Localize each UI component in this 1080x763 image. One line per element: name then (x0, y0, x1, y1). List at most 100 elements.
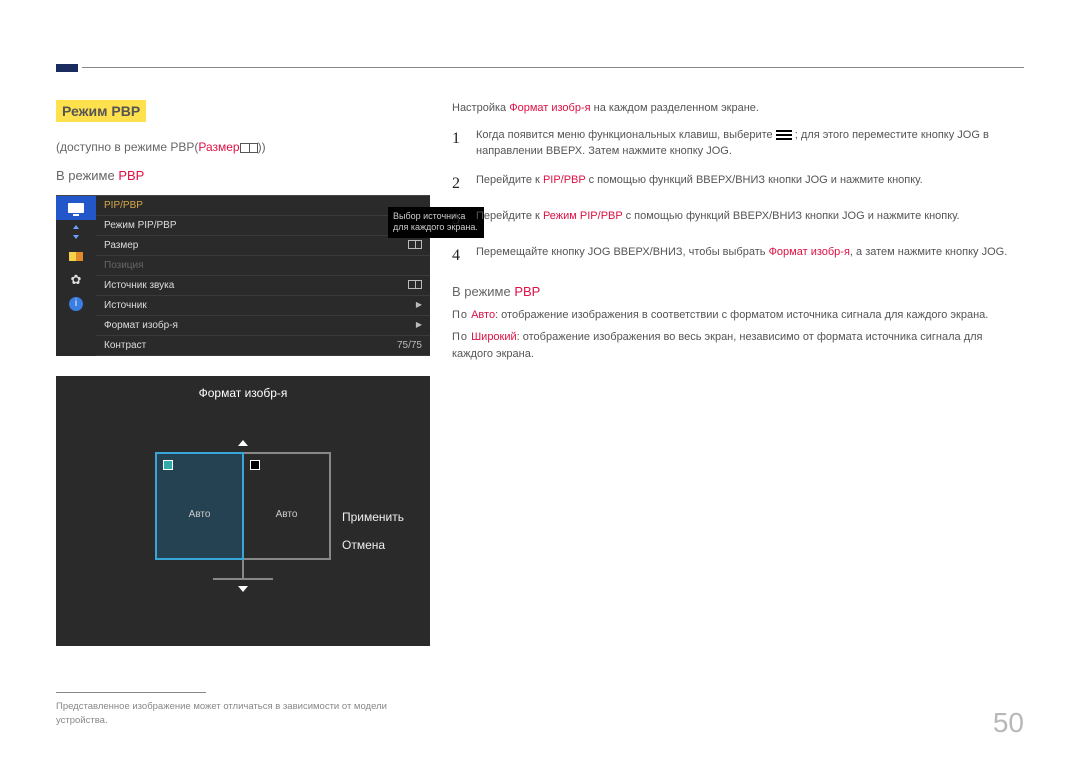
availability-red: Размер (198, 140, 239, 154)
chevron-right-icon: ▶ (416, 320, 422, 331)
mode2-prefix: В режиме (452, 284, 514, 299)
size-box-icon (408, 240, 422, 249)
osd-icon-pip[interactable] (56, 244, 96, 268)
pbp-box-icon (240, 143, 258, 153)
preview-marker-icon (250, 460, 260, 470)
intro-red: Формат изобр-я (509, 102, 590, 114)
osd-main: PIP/PBP Режим PIP/PBP Вкл Размер Позиция… (96, 196, 430, 356)
step-2-text: Перейдите к PIP/PBP с помощью функций ВВ… (476, 172, 1024, 196)
step-4: 4 Перемещайте кнопку JOG ВВЕРХ/ВНИЗ, что… (452, 244, 1024, 268)
osd-row-sound[interactable]: Источник звука (96, 276, 430, 296)
sound-box-icon (408, 280, 422, 289)
osd-row-sound-label: Источник звука (104, 280, 174, 291)
b1-red: Авто (468, 309, 495, 321)
osd-sidebar: ✿ i (56, 196, 96, 356)
osd-row-source[interactable]: Источник ▶ (96, 296, 430, 316)
osd-row-position-label: Позиция (104, 260, 144, 271)
intro-text: Настройка Формат изобр-я на каждом разде… (452, 100, 1024, 117)
s4t2: , а затем нажмите кнопку JOG. (850, 246, 1007, 258)
format-panel-title: Формат изобр-я (56, 386, 430, 400)
step-4-num: 4 (452, 244, 476, 268)
step-4-text: Перемещайте кнопку JOG ВВЕРХ/ВНИЗ, чтобы… (476, 244, 1024, 268)
intro-prefix: Настройка (452, 102, 509, 114)
osd-menu: ✿ i PIP/PBP Режим PIP/PBP Вкл Размер Поз… (56, 195, 430, 356)
s1t1: Когда появится меню функциональных клави… (476, 129, 776, 141)
bullet-2: По Широкий: отображение изображения во в… (452, 329, 1024, 362)
right-column: Настройка Формат изобр-я на каждом разде… (452, 100, 1024, 368)
nav-up-icon[interactable] (238, 440, 248, 446)
pbp-left-label: Авто (189, 470, 211, 558)
pbp-right-label: Авто (276, 470, 298, 558)
osd-row-contrast[interactable]: Контраст 75/75 (96, 336, 430, 356)
left-column: Режим PBP (доступно в режиме PBP(Размер)… (56, 100, 430, 646)
osd-row-size[interactable]: Размер (96, 236, 430, 256)
s2t1: Перейдите к (476, 174, 543, 186)
mode-line: В режиме PBP (56, 168, 430, 183)
preview-marker-icon (163, 460, 173, 470)
pbp-preview-left[interactable]: Авто (155, 452, 244, 560)
header-accent (56, 64, 78, 72)
osd-row-mode[interactable]: Режим PIP/PBP Вкл (96, 216, 430, 236)
panel-buttons: Применить Отмена (342, 496, 404, 566)
b1-head: По (452, 309, 468, 321)
chevron-right-icon: ▶ (416, 300, 422, 311)
monitor-base-icon (213, 578, 273, 580)
osd-icon-info[interactable]: i (56, 292, 96, 316)
intro-suffix: на каждом разделенном экране. (591, 102, 759, 114)
osd-row-format-label: Формат изобр-я (104, 320, 178, 331)
format-panel: Формат изобр-я Авто Авто Применить Отмен… (56, 376, 430, 646)
s3t1: Перейдите к (476, 210, 543, 222)
footnote-rule (56, 692, 206, 693)
menu-icon (776, 130, 792, 140)
mode-red: PBP (118, 168, 144, 183)
steps: 1 Когда появится меню функциональных кла… (452, 127, 1024, 268)
header-rule (82, 67, 1024, 68)
step-3-text: Перейдите к Режим PIP/PBP с помощью функ… (476, 208, 1024, 232)
osd-menu-wrap: ✿ i PIP/PBP Режим PIP/PBP Вкл Размер Поз… (56, 195, 430, 356)
nav-down-icon[interactable] (238, 586, 248, 592)
osd-row-size-label: Размер (104, 240, 138, 251)
s4t1: Перемещайте кнопку JOG ВВЕРХ/ВНИЗ, чтобы… (476, 246, 769, 258)
osd-row-contrast-label: Контраст (104, 340, 146, 351)
page-number: 50 (993, 707, 1024, 739)
b2-head: По (452, 331, 468, 343)
osd-icon-settings[interactable]: ✿ (56, 268, 96, 292)
osd-row-format[interactable]: Формат изобр-я ▶ (96, 316, 430, 336)
b2-body: : отображение изображения во весь экран,… (452, 331, 983, 360)
availability-suffix: )) (258, 140, 266, 154)
osd-section-title: PIP/PBP (96, 196, 430, 216)
step-3: 3 Перейдите к Режим PIP/PBP с помощью фу… (452, 208, 1024, 232)
bullet-1: По Авто: отображение изображения в соотв… (452, 307, 1024, 324)
s4red: Формат изобр-я (769, 246, 850, 258)
osd-row-source-label: Источник (104, 300, 147, 311)
availability-line: (доступно в режиме PBP(Размер)) (56, 140, 430, 154)
pbp-preview-right[interactable]: Авто (244, 454, 329, 558)
arrows-icon (69, 225, 83, 239)
gear-icon: ✿ (71, 272, 82, 288)
step-2: 2 Перейдите к PIP/PBP с помощью функций … (452, 172, 1024, 196)
step-1-num: 1 (452, 127, 476, 160)
s3red: Режим PIP/PBP (543, 210, 623, 222)
osd-row-mode-label: Режим PIP/PBP (104, 220, 177, 231)
s2red: PIP/PBP (543, 174, 586, 186)
footnote: Представленное изображение может отличат… (56, 700, 416, 727)
osd-icon-display[interactable] (56, 196, 96, 220)
mode-line-2: В режиме PBP (452, 284, 1024, 299)
apply-button[interactable]: Применить (342, 510, 404, 524)
step-1-text: Когда появится меню функциональных клави… (476, 127, 1024, 160)
monitor-stand-icon (242, 560, 244, 578)
mode-prefix: В режиме (56, 168, 118, 183)
osd-icon-nav[interactable] (56, 220, 96, 244)
s2t2: с помощью функций ВВЕРХ/ВНИЗ кнопки JOG … (586, 174, 923, 186)
mode2-red: PBP (514, 284, 540, 299)
section-title: Режим PBP (56, 100, 146, 122)
cancel-button[interactable]: Отмена (342, 538, 404, 552)
monitor-icon (68, 203, 84, 213)
s3t2: с помощью функций ВВЕРХ/ВНИЗ кнопки JOG … (623, 210, 960, 222)
info-icon: i (69, 297, 83, 311)
pip-icon (69, 252, 83, 261)
osd-row-position: Позиция (96, 256, 430, 276)
step-3-num: 3 (452, 208, 476, 232)
step-2-num: 2 (452, 172, 476, 196)
osd-row-contrast-value: 75/75 (397, 340, 422, 351)
